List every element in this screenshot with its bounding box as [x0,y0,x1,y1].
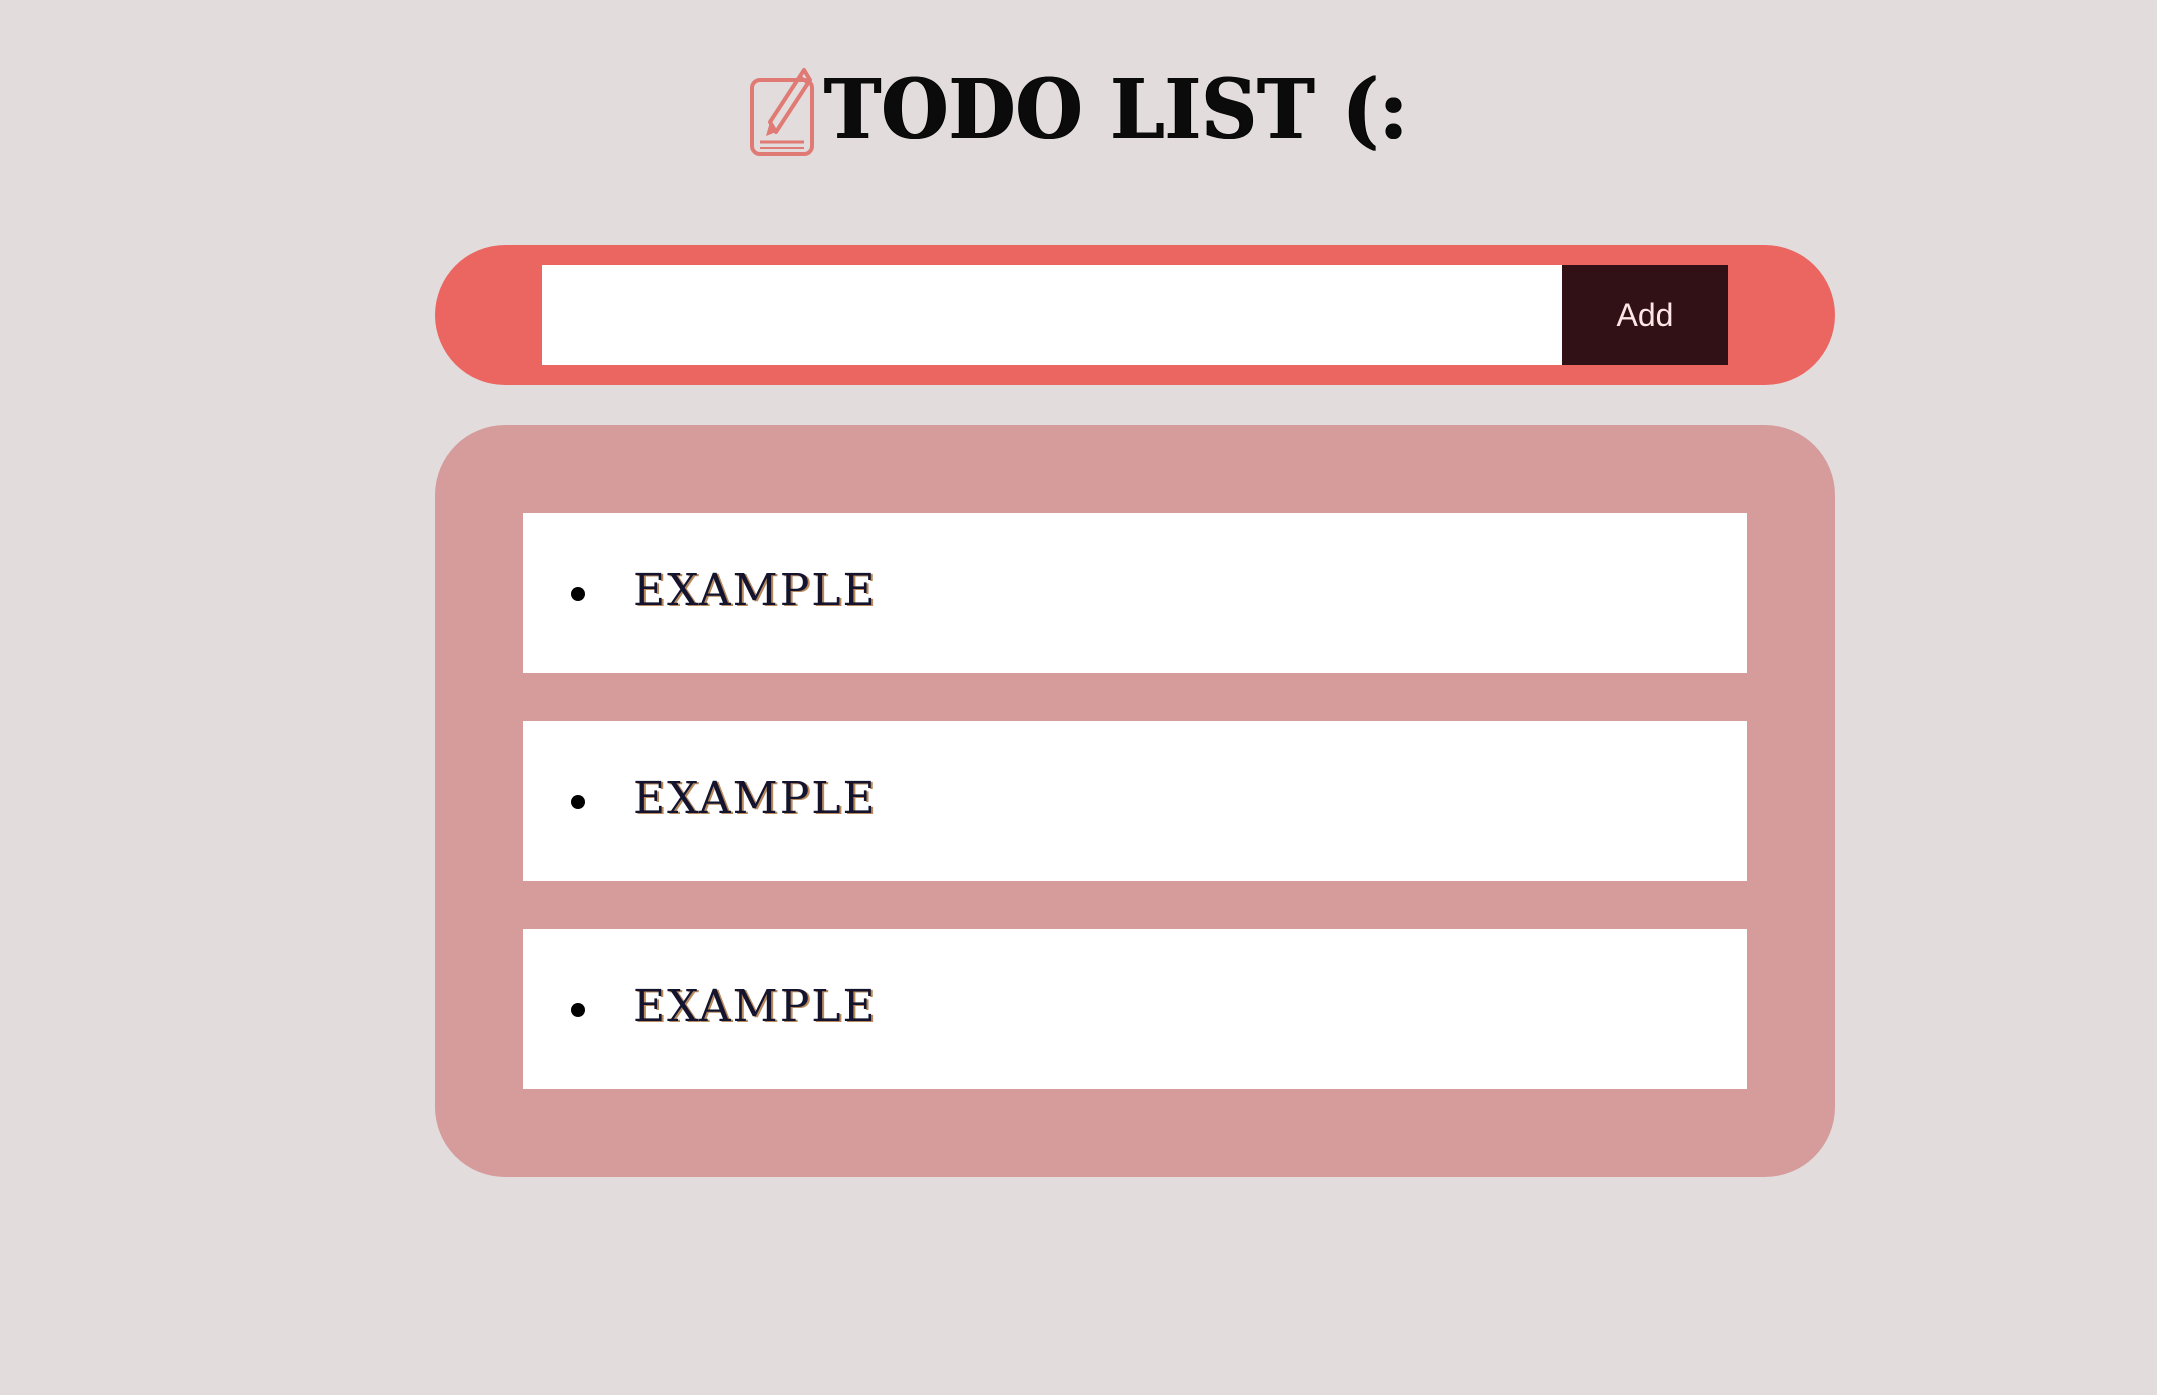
add-button[interactable]: Add [1562,265,1728,365]
page-header: TODO LIST (: [0,60,2157,160]
todo-list-panel: EXAMPLE EXAMPLE EXAMPLE [435,425,1835,1177]
add-task-form: Add [435,245,1835,385]
todo-item[interactable]: EXAMPLE [523,929,1747,1089]
todo-item-text: EXAMPLE [633,981,877,1032]
header-title-group: TODO LIST (: [748,62,1408,158]
bullet-icon [571,1003,585,1017]
todo-list: EXAMPLE EXAMPLE EXAMPLE [523,513,1747,1137]
todo-item[interactable]: EXAMPLE [523,721,1747,881]
todo-item-text: EXAMPLE [633,773,877,824]
todo-item-text: EXAMPLE [633,565,877,616]
page-title: TODO LIST (: [824,61,1409,158]
task-input[interactable] [542,265,1562,365]
pencil-notepad-icon [748,62,820,158]
bullet-icon [571,795,585,809]
todo-item[interactable]: EXAMPLE [523,513,1747,673]
bullet-icon [571,587,585,601]
